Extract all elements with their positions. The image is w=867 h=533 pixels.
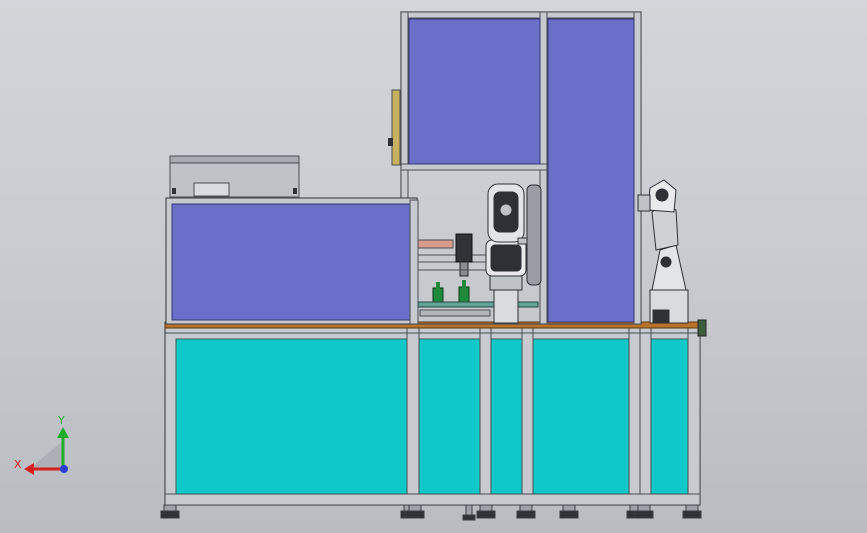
foot: [682, 504, 702, 519]
worktop-edge-right: [697, 319, 707, 337]
axis-x-label: X: [14, 458, 22, 471]
foot: [516, 504, 536, 519]
foot: [160, 504, 180, 519]
cad-viewport[interactable]: Y X: [0, 0, 867, 533]
leveling-feet: [160, 504, 702, 521]
bottom-rail: [164, 493, 701, 506]
lower-panel-left: [175, 338, 408, 495]
lower-panel-right: [650, 338, 689, 495]
foot: [634, 504, 654, 519]
top-control-box: [169, 155, 300, 198]
foot: [405, 504, 425, 519]
axis-z-dot-icon: [60, 465, 68, 473]
lower-panel-mid-b: [490, 338, 523, 495]
upper-panel-left-low: [171, 203, 413, 321]
axis-y-label: Y: [57, 414, 65, 427]
green-part: [432, 287, 444, 303]
foot: [559, 504, 579, 519]
foot: [476, 504, 496, 519]
door-hinge: [391, 89, 401, 166]
assembly-drawing: Y X: [14, 11, 707, 521]
base-cabinet: [164, 326, 701, 506]
coordinate-triad: Y X: [14, 414, 69, 475]
upper-panel-left: [408, 18, 541, 165]
left-enclosure: [165, 155, 419, 325]
lower-panel-mid-a: [418, 338, 481, 495]
right-arm-robot: [637, 179, 689, 324]
green-part: [458, 286, 470, 303]
caster: [462, 504, 476, 521]
upper-panel-right: [547, 18, 635, 323]
lower-panel-mid-c: [532, 338, 630, 495]
